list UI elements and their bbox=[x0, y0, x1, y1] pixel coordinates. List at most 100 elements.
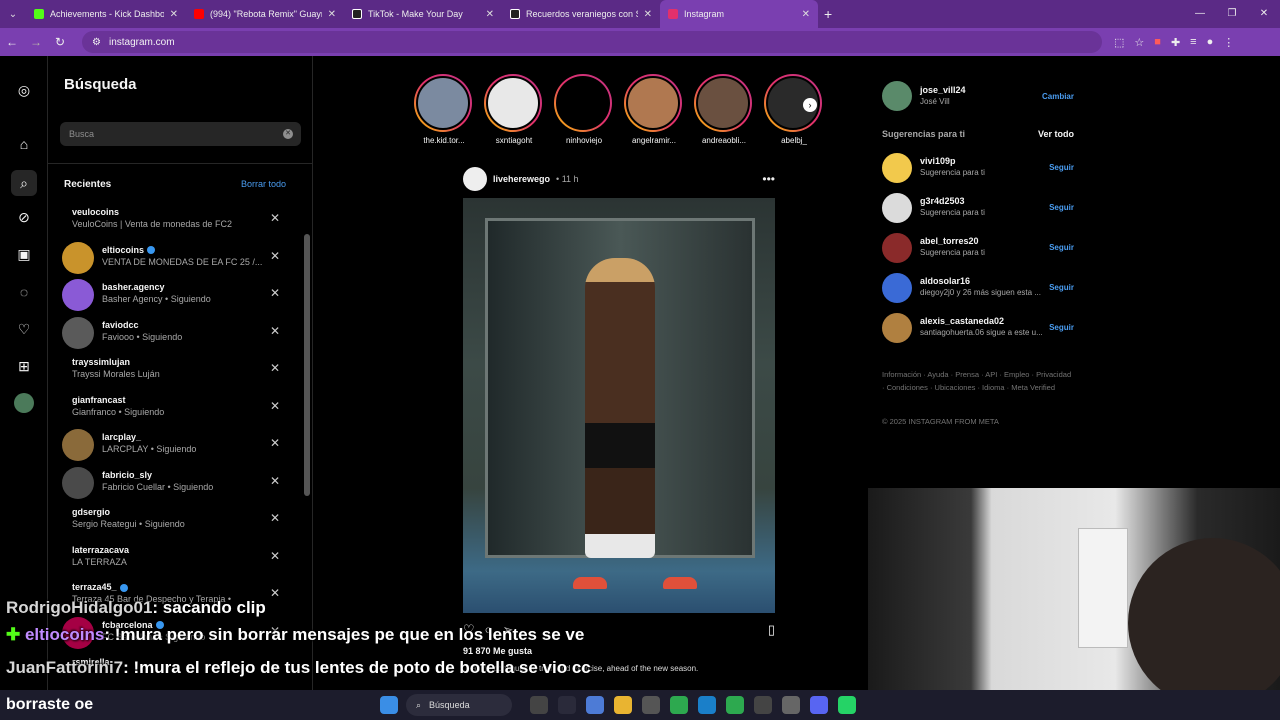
chrome-dev-icon[interactable] bbox=[726, 696, 744, 714]
tab-tiktok[interactable]: TikTok - Make Your Day ✕ bbox=[344, 0, 502, 28]
search-icon[interactable]: ⌕ bbox=[11, 170, 37, 196]
tab-kick[interactable]: Achievements - Kick Dashboard ✕ bbox=[26, 0, 186, 28]
tab-youtube[interactable]: (994) "Rebota Remix" Guaynaa ✕ bbox=[186, 0, 344, 28]
recent-item[interactable]: gianfrancast Gianfranco • Siguiendo ✕ bbox=[48, 389, 303, 427]
edge-icon[interactable] bbox=[698, 696, 716, 714]
site-info-icon[interactable]: ⚙ bbox=[92, 37, 101, 48]
see-all-button[interactable]: Ver todo bbox=[1038, 129, 1074, 139]
minimize-icon[interactable]: — bbox=[1184, 0, 1216, 28]
avatar[interactable] bbox=[62, 241, 94, 274]
avatar[interactable] bbox=[882, 81, 912, 111]
close-icon[interactable]: ✕ bbox=[802, 9, 810, 20]
recent-item[interactable]: gdsergio Sergio Reategui • Siguiendo ✕ bbox=[48, 501, 303, 539]
scrollbar[interactable] bbox=[304, 234, 310, 496]
remove-recent-icon[interactable]: ✕ bbox=[270, 511, 280, 525]
recent-item[interactable]: veulocoins VeuloCoins | Venta de monedas … bbox=[48, 201, 303, 239]
suggestion-username[interactable]: aldosolar16 bbox=[920, 276, 970, 286]
close-icon[interactable]: ✕ bbox=[170, 9, 178, 20]
create-icon[interactable]: ⊞ bbox=[14, 356, 34, 376]
obs-icon[interactable] bbox=[754, 696, 772, 714]
tab-search-icon[interactable]: ⌄ bbox=[0, 9, 26, 20]
notifications-icon[interactable]: ♡ bbox=[14, 319, 34, 339]
recent-item[interactable]: basher.agency Basher Agency • Siguiendo ✕ bbox=[48, 276, 303, 314]
file-explorer-icon[interactable] bbox=[614, 696, 632, 714]
avatar[interactable] bbox=[62, 429, 94, 461]
windows-start-icon[interactable] bbox=[380, 696, 398, 714]
menu-icon[interactable]: ⋮ bbox=[1223, 36, 1234, 49]
forward-icon[interactable]: → bbox=[24, 35, 48, 49]
remove-recent-icon[interactable]: ✕ bbox=[270, 436, 280, 450]
story-item[interactable]: angelramir... bbox=[624, 74, 684, 145]
home-icon[interactable]: ⌂ bbox=[14, 134, 34, 154]
instagram-logo-icon[interactable]: ◎ bbox=[14, 80, 34, 100]
follow-button[interactable]: Seguir bbox=[1049, 243, 1074, 252]
follow-button[interactable]: Seguir bbox=[1049, 323, 1074, 332]
avatar[interactable] bbox=[882, 313, 912, 343]
close-icon[interactable]: ✕ bbox=[328, 9, 336, 20]
tab-instagram[interactable]: Instagram ✕ bbox=[660, 0, 818, 28]
chrome-icon[interactable] bbox=[670, 696, 688, 714]
remove-recent-icon[interactable]: ✕ bbox=[270, 474, 280, 488]
follow-button[interactable]: Seguir bbox=[1049, 203, 1074, 212]
story-item[interactable]: sxntiagoht bbox=[484, 74, 544, 145]
messages-icon[interactable]: ◌ bbox=[14, 282, 34, 302]
remove-recent-icon[interactable]: ✕ bbox=[270, 324, 280, 338]
story-item[interactable]: ninhoviejo bbox=[554, 74, 614, 145]
tab-tiktok-2[interactable]: Recuerdos veraniegos con Suy ✕ bbox=[502, 0, 660, 28]
remove-recent-icon[interactable]: ✕ bbox=[270, 286, 280, 300]
my-username[interactable]: jose_vill24 bbox=[920, 85, 966, 95]
suggestion-username[interactable]: vivi109p bbox=[920, 156, 956, 166]
app-icon[interactable] bbox=[782, 696, 800, 714]
avatar[interactable] bbox=[882, 273, 912, 303]
story-item[interactable]: the.kid.tor... bbox=[414, 74, 474, 145]
recent-item[interactable]: trayssimlujan Trayssi Morales Luján ✕ bbox=[48, 351, 303, 389]
recent-item[interactable]: eltiocoins VENTA DE MONEDAS DE EA FC 25 /… bbox=[48, 239, 303, 277]
recent-item[interactable]: fabricio_sly Fabricio Cuellar • Siguiendo… bbox=[48, 464, 303, 502]
post-image[interactable] bbox=[463, 198, 775, 613]
search-input[interactable] bbox=[60, 122, 301, 146]
extension-icon[interactable]: ■ bbox=[1154, 36, 1161, 49]
story-item[interactable]: andreaobli... bbox=[694, 74, 754, 145]
footer-links[interactable]: Información · Ayuda · Prensa · API · Emp… bbox=[882, 368, 1072, 394]
close-window-icon[interactable]: ✕ bbox=[1248, 0, 1280, 28]
discord-icon[interactable] bbox=[810, 696, 828, 714]
reels-icon[interactable]: ▣ bbox=[14, 244, 34, 264]
profile-avatar[interactable] bbox=[14, 393, 34, 413]
switch-account-button[interactable]: Cambiar bbox=[1042, 92, 1074, 101]
avatar[interactable] bbox=[62, 279, 94, 311]
avatar[interactable] bbox=[882, 233, 912, 263]
avatar[interactable] bbox=[62, 466, 94, 499]
post-username[interactable]: liveherewego bbox=[493, 174, 550, 184]
whatsapp-icon[interactable] bbox=[838, 696, 856, 714]
remove-recent-icon[interactable]: ✕ bbox=[270, 549, 280, 563]
remove-recent-icon[interactable]: ✕ bbox=[270, 399, 280, 413]
clear-all-button[interactable]: Borrar todo bbox=[241, 179, 286, 189]
media-icon[interactable]: ≡ bbox=[1190, 36, 1196, 49]
explore-icon[interactable]: ⊘ bbox=[14, 207, 34, 227]
recent-item[interactable]: larcplay_ LARCPLAY • Siguiendo ✕ bbox=[48, 426, 303, 464]
suggestion-username[interactable]: alexis_castaneda02 bbox=[920, 316, 1004, 326]
new-tab-icon[interactable]: + bbox=[824, 6, 832, 22]
avatar[interactable] bbox=[882, 153, 912, 183]
close-icon[interactable]: ✕ bbox=[644, 9, 652, 20]
follow-button[interactable]: Seguir bbox=[1049, 163, 1074, 172]
remove-recent-icon[interactable]: ✕ bbox=[270, 249, 280, 263]
copilot-icon[interactable] bbox=[586, 696, 604, 714]
install-icon[interactable]: ⬚ bbox=[1114, 36, 1124, 49]
avatar[interactable] bbox=[882, 193, 912, 223]
taskbar-search[interactable]: ⌕ Búsqueda bbox=[406, 694, 512, 716]
profile-icon[interactable]: ● bbox=[1207, 36, 1214, 49]
url-field[interactable]: ⚙ instagram.com bbox=[82, 31, 1102, 53]
more-options-icon[interactable]: ••• bbox=[762, 172, 775, 186]
remove-recent-icon[interactable]: ✕ bbox=[270, 361, 280, 375]
follow-button[interactable]: Seguir bbox=[1049, 283, 1074, 292]
remove-recent-icon[interactable]: ✕ bbox=[270, 211, 280, 225]
suggestion-username[interactable]: g3r4d2503 bbox=[920, 196, 965, 206]
star-icon[interactable]: ☆ bbox=[1134, 36, 1144, 49]
close-icon[interactable]: ✕ bbox=[486, 9, 494, 20]
reload-icon[interactable]: ↻ bbox=[48, 35, 72, 49]
store-icon[interactable] bbox=[642, 696, 660, 714]
avatar[interactable] bbox=[62, 316, 94, 349]
widgets-icon[interactable] bbox=[530, 696, 548, 714]
stories-next-icon[interactable]: › bbox=[803, 98, 817, 112]
